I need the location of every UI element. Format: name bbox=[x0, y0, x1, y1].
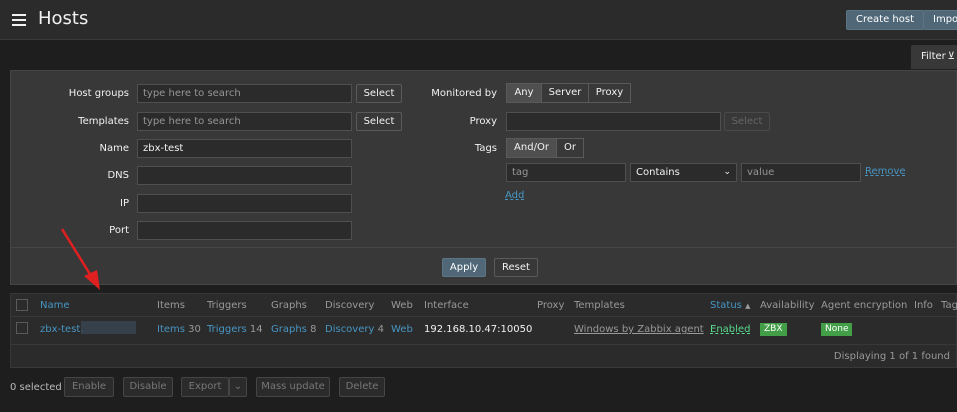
export-button[interactable]: Export bbox=[181, 377, 229, 397]
hosts-table: Name Items Triggers Graphs Discovery Web… bbox=[10, 293, 957, 368]
dns-label: DNS bbox=[107, 170, 129, 181]
discovery-cell: Discovery 4 bbox=[325, 324, 384, 335]
row-divider bbox=[11, 344, 957, 345]
selected-count: 0 selected bbox=[10, 382, 62, 393]
filter-divider bbox=[11, 247, 956, 248]
column-availability: Availability bbox=[760, 300, 815, 311]
status-toggle[interactable]: Enabled bbox=[710, 324, 750, 335]
column-agent-encryption: Agent encryption bbox=[821, 300, 908, 311]
name-label: Name bbox=[99, 143, 129, 154]
delete-button[interactable]: Delete bbox=[339, 377, 385, 397]
disable-button[interactable]: Disable bbox=[123, 377, 173, 397]
column-name[interactable]: Name bbox=[40, 300, 70, 311]
column-interface: Interface bbox=[424, 300, 469, 311]
proxy-input[interactable] bbox=[506, 112, 721, 131]
column-status[interactable]: Status ▲ bbox=[710, 300, 750, 311]
table-header: Name Items Triggers Graphs Discovery Web… bbox=[11, 294, 957, 317]
tags-and-or[interactable]: And/Or bbox=[506, 138, 557, 158]
port-input[interactable] bbox=[137, 221, 352, 240]
chevron-down-icon: ⌄ bbox=[233, 381, 243, 392]
filter-tab[interactable]: Filter ⊻ bbox=[911, 45, 957, 69]
zbx-availability-badge: ZBX bbox=[760, 323, 787, 336]
page-title: Hosts bbox=[38, 8, 89, 29]
column-proxy: Proxy bbox=[537, 300, 565, 311]
ip-input[interactable] bbox=[137, 194, 352, 213]
redacted-hostname bbox=[81, 321, 136, 334]
interface-cell: 192.168.10.47:10050 bbox=[424, 324, 533, 335]
tags-label: Tags bbox=[474, 143, 497, 154]
monitored-by-label: Monitored by bbox=[431, 88, 497, 99]
enable-button[interactable]: Enable bbox=[64, 377, 114, 397]
row-checkbox[interactable] bbox=[16, 322, 28, 334]
items-link[interactable]: Items bbox=[157, 324, 185, 335]
apply-button[interactable]: Apply bbox=[442, 258, 486, 277]
column-triggers: Triggers bbox=[207, 300, 247, 311]
port-label: Port bbox=[109, 225, 129, 236]
column-tags: Tag bbox=[941, 300, 957, 311]
graphs-cell: Graphs 8 bbox=[271, 324, 317, 335]
filter-icon: ⊻ bbox=[947, 51, 955, 62]
templates-label: Templates bbox=[78, 116, 129, 127]
filter-panel: Host groups type here to search Select T… bbox=[10, 70, 957, 285]
mass-update-button[interactable]: Mass update bbox=[256, 377, 330, 397]
items-cell: Items 30 bbox=[157, 324, 201, 335]
monitored-by-any[interactable]: Any bbox=[506, 83, 542, 103]
tag-remove-link[interactable]: Remove bbox=[865, 166, 906, 177]
menu-icon[interactable] bbox=[12, 14, 26, 26]
displaying-count: Displaying 1 of 1 found bbox=[833, 351, 950, 362]
encryption-badge: None bbox=[821, 323, 853, 336]
sort-ascending-icon: ▲ bbox=[745, 302, 751, 310]
dns-input[interactable] bbox=[137, 166, 352, 185]
discovery-link[interactable]: Discovery bbox=[325, 324, 374, 335]
templates-input[interactable]: type here to search bbox=[137, 112, 352, 131]
chevron-down-icon: ⌄ bbox=[723, 167, 731, 177]
monitored-by-proxy[interactable]: Proxy bbox=[588, 83, 631, 103]
triggers-cell: Triggers 14 bbox=[207, 324, 263, 335]
reset-button[interactable]: Reset bbox=[494, 258, 538, 277]
web-link[interactable]: Web bbox=[391, 324, 413, 335]
column-web: Web bbox=[391, 300, 413, 311]
proxy-label: Proxy bbox=[469, 116, 497, 127]
ip-label: IP bbox=[120, 198, 129, 209]
import-button[interactable]: Impo bbox=[923, 10, 957, 30]
monitored-by-server[interactable]: Server bbox=[541, 83, 589, 103]
host-name-link[interactable]: zbx-test. bbox=[40, 324, 84, 335]
column-graphs: Graphs bbox=[271, 300, 307, 311]
select-all-checkbox[interactable] bbox=[16, 299, 28, 311]
tag-operator-select[interactable]: Contains ⌄ bbox=[630, 163, 737, 182]
tags-or[interactable]: Or bbox=[556, 138, 584, 158]
graphs-link[interactable]: Graphs bbox=[271, 324, 307, 335]
templates-select-button[interactable]: Select bbox=[356, 112, 402, 131]
template-link[interactable]: Windows by Zabbix agent bbox=[574, 324, 704, 335]
name-input[interactable]: zbx-test bbox=[137, 139, 352, 158]
column-info: Info bbox=[914, 300, 933, 311]
host-groups-input[interactable]: type here to search bbox=[137, 84, 352, 103]
column-items: Items bbox=[157, 300, 185, 311]
page-header: Hosts Create host Impo bbox=[0, 0, 957, 40]
create-host-button[interactable]: Create host bbox=[846, 10, 924, 30]
export-dropdown-button[interactable]: ⌄ bbox=[229, 377, 247, 397]
proxy-select-button[interactable]: Select bbox=[724, 112, 770, 131]
triggers-link[interactable]: Triggers bbox=[207, 324, 247, 335]
tag-input[interactable]: tag bbox=[506, 163, 626, 182]
host-groups-select-button[interactable]: Select bbox=[356, 84, 402, 103]
column-templates: Templates bbox=[574, 300, 625, 311]
host-groups-label: Host groups bbox=[68, 88, 129, 99]
tag-add-link[interactable]: Add bbox=[505, 190, 524, 201]
tag-value-input[interactable]: value bbox=[741, 163, 861, 182]
column-discovery: Discovery bbox=[325, 300, 375, 311]
